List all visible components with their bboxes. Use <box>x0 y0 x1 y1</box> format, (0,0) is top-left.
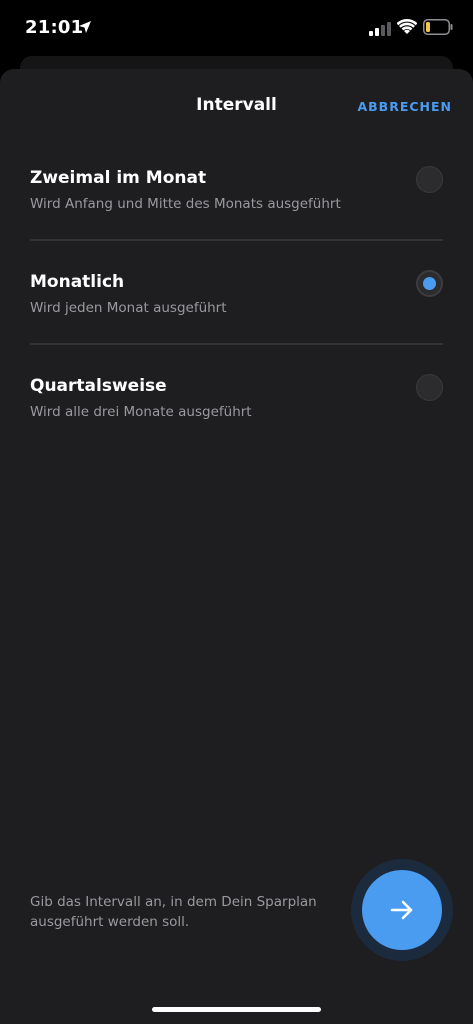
radio-button-unselected[interactable] <box>416 166 443 193</box>
option-subtitle: Wird jeden Monat ausgeführt <box>30 300 227 316</box>
battery-icon <box>423 19 453 35</box>
status-bar: 21:01 <box>0 0 473 56</box>
option-monatlich[interactable]: Monatlich Wird jeden Monat ausgeführt <box>30 270 443 372</box>
option-title: Monatlich <box>30 272 125 292</box>
interval-sheet: Intervall ABBRECHEN Zweimal im Monat Wir… <box>0 69 473 1024</box>
option-title: Quartalsweise <box>30 376 167 396</box>
radio-button-unselected[interactable] <box>416 374 443 401</box>
location-arrow-icon <box>79 21 91 33</box>
hint-text: Gib das Intervall an, in dem Dein Sparpl… <box>30 894 317 930</box>
screen: 21:01 Intervall ABBRECHEN Zweimal im Mon… <box>0 0 473 1024</box>
divider <box>30 343 443 345</box>
option-quartalsweise[interactable]: Quartalsweise Wird alle drei Monate ausg… <box>30 374 443 476</box>
cellular-signal-icon <box>369 22 391 36</box>
cancel-button[interactable]: ABBRECHEN <box>357 99 452 114</box>
option-title: Zweimal im Monat <box>30 168 207 188</box>
next-button[interactable] <box>362 870 442 950</box>
option-subtitle: Wird Anfang und Mitte des Monats ausgefü… <box>30 196 341 212</box>
option-subtitle: Wird alle drei Monate ausgeführt <box>30 404 252 420</box>
divider <box>30 239 443 241</box>
option-zweimal-im-monat[interactable]: Zweimal im Monat Wird Anfang und Mitte d… <box>30 166 443 268</box>
home-indicator[interactable] <box>152 1007 321 1012</box>
status-time: 21:01 <box>25 17 84 38</box>
radio-selected-dot <box>423 277 436 290</box>
radio-button-selected[interactable] <box>416 270 443 297</box>
wifi-icon <box>397 19 417 34</box>
arrow-right-icon <box>390 900 413 920</box>
